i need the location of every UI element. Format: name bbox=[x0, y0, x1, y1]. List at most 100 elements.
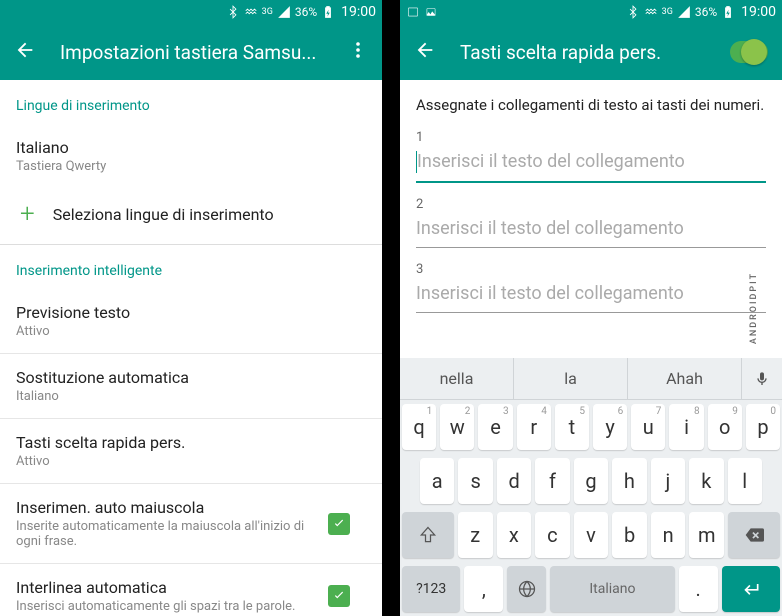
period-key[interactable]: . bbox=[679, 566, 718, 612]
app-bar: Tasti scelta rapida pers. bbox=[400, 24, 782, 80]
shortcut-field-2[interactable]: 2 Inserisci il testo del collegamento bbox=[400, 187, 782, 252]
watermark: ANDROIDPIT bbox=[749, 272, 759, 344]
key-y[interactable]: y6 bbox=[593, 404, 627, 450]
comma-key[interactable]: , bbox=[464, 566, 503, 612]
app-bar: Impostazioni tastiera Samsu... bbox=[0, 24, 382, 80]
phone-left: 3G 36% 19:00 Impostazioni tastiera Samsu… bbox=[0, 0, 382, 616]
key-x[interactable]: x bbox=[497, 512, 532, 558]
check-icon bbox=[332, 589, 346, 603]
key-b[interactable]: b bbox=[612, 512, 647, 558]
key-g[interactable]: g bbox=[574, 458, 608, 504]
bluetooth-icon bbox=[226, 5, 240, 19]
network-type: 3G bbox=[262, 9, 273, 16]
globe-icon bbox=[517, 579, 537, 599]
key-d[interactable]: d bbox=[497, 458, 531, 504]
status-bar: 3G 36% 19:00 bbox=[0, 0, 382, 24]
key-u[interactable]: u7 bbox=[631, 404, 665, 450]
clock: 19:00 bbox=[741, 4, 776, 20]
battery-text: 36% bbox=[295, 5, 317, 19]
language-item[interactable]: Italiano Tastiera Qwerty bbox=[0, 124, 382, 188]
space-key[interactable]: Italiano bbox=[550, 566, 675, 612]
suggestion-bar: nella la Ahah bbox=[400, 358, 782, 400]
clock: 19:00 bbox=[341, 4, 376, 20]
key-h[interactable]: h bbox=[612, 458, 646, 504]
add-language-button[interactable]: + Seleziona lingue di inserimento bbox=[0, 188, 382, 240]
page-title: Tasti scelta rapida pers. bbox=[460, 41, 706, 64]
shortcut-field-1[interactable]: 1 Inserisci il testo del collegamento bbox=[400, 120, 782, 187]
backspace-key[interactable] bbox=[728, 512, 780, 558]
auto-replace-item[interactable]: Sostituzione automatica Italiano bbox=[0, 354, 382, 418]
feature-toggle[interactable] bbox=[730, 41, 768, 63]
settings-list[interactable]: Lingue di inserimento Italiano Tastiera … bbox=[0, 80, 382, 616]
shift-icon bbox=[418, 525, 438, 545]
key-m[interactable]: m bbox=[689, 512, 724, 558]
key-row-3: zxcvbnm bbox=[400, 508, 782, 562]
suggestion-2[interactable]: la bbox=[514, 358, 628, 399]
check-icon bbox=[332, 517, 346, 531]
notification-icon bbox=[406, 5, 420, 19]
key-t[interactable]: t5 bbox=[555, 404, 589, 450]
signal-icon bbox=[677, 5, 691, 19]
auto-spacing-item[interactable]: Interlinea automatica Inserisci automati… bbox=[0, 564, 382, 616]
status-bar: 3G 36% 19:00 bbox=[400, 0, 782, 24]
key-i[interactable]: i8 bbox=[669, 404, 703, 450]
mic-icon bbox=[754, 371, 770, 387]
signal-icon bbox=[277, 5, 291, 19]
instruction-text: Assegnate i collegamenti di testo ai tas… bbox=[400, 80, 782, 120]
key-s[interactable]: s bbox=[458, 458, 492, 504]
shortcut-keys-item[interactable]: Tasti scelta rapida pers. Attivo bbox=[0, 419, 382, 483]
enter-key[interactable] bbox=[722, 566, 780, 612]
key-c[interactable]: c bbox=[535, 512, 570, 558]
key-row-4: ?123 , Italiano . bbox=[400, 562, 782, 616]
battery-icon bbox=[721, 5, 735, 19]
mic-button[interactable] bbox=[742, 358, 782, 399]
key-k[interactable]: k bbox=[689, 458, 723, 504]
key-p[interactable]: p0 bbox=[746, 404, 780, 450]
screenshot-icon bbox=[424, 5, 438, 19]
arrow-back-icon bbox=[414, 39, 436, 61]
battery-text: 36% bbox=[695, 5, 717, 19]
page-title: Impostazioni tastiera Samsu... bbox=[60, 41, 318, 64]
backspace-icon bbox=[744, 525, 764, 545]
overflow-menu[interactable] bbox=[342, 33, 374, 71]
key-row-2: asdfghjkl bbox=[400, 454, 782, 508]
vibrate-icon bbox=[644, 5, 658, 19]
auto-spacing-checkbox[interactable] bbox=[328, 585, 350, 607]
key-f[interactable]: f bbox=[535, 458, 569, 504]
bluetooth-icon bbox=[626, 5, 640, 19]
suggestion-1[interactable]: nella bbox=[400, 358, 514, 399]
key-q[interactable]: q1 bbox=[402, 404, 436, 450]
vibrate-icon bbox=[244, 5, 258, 19]
key-o[interactable]: o9 bbox=[708, 404, 742, 450]
language-key[interactable] bbox=[507, 566, 546, 612]
key-z[interactable]: z bbox=[458, 512, 493, 558]
network-type: 3G bbox=[662, 9, 673, 16]
back-button[interactable] bbox=[14, 39, 36, 65]
back-button[interactable] bbox=[414, 39, 436, 65]
section-smart-input: Inserimento intelligente bbox=[0, 245, 382, 289]
key-j[interactable]: j bbox=[651, 458, 685, 504]
shortcut-input-2[interactable]: Inserisci il testo del collegamento bbox=[416, 212, 766, 248]
auto-capitalize-item[interactable]: Inserimen. auto maiuscola Inserite autom… bbox=[0, 484, 382, 563]
section-input-languages: Lingue di inserimento bbox=[0, 80, 382, 124]
key-r[interactable]: r4 bbox=[517, 404, 551, 450]
key-a[interactable]: a bbox=[420, 458, 454, 504]
auto-capitalize-checkbox[interactable] bbox=[328, 513, 350, 535]
shortcut-field-3[interactable]: 3 Inserisci il testo del collegamento bbox=[400, 252, 782, 317]
keyboard: nella la Ahah q1w2e3r4t5y6u7i8o9p0 asdfg… bbox=[400, 358, 782, 616]
key-row-1: q1w2e3r4t5y6u7i8o9p0 bbox=[400, 400, 782, 454]
key-w[interactable]: w2 bbox=[440, 404, 474, 450]
key-l[interactable]: l bbox=[728, 458, 762, 504]
shortcut-input-3[interactable]: Inserisci il testo del collegamento bbox=[416, 277, 766, 313]
suggestion-3[interactable]: Ahah bbox=[628, 358, 742, 399]
phone-right: 3G 36% 19:00 Tasti scelta rapida pers. A… bbox=[400, 0, 782, 616]
key-n[interactable]: n bbox=[651, 512, 686, 558]
symbols-key[interactable]: ?123 bbox=[402, 566, 460, 612]
key-v[interactable]: v bbox=[574, 512, 609, 558]
shortcut-form: Assegnate i collegamenti di testo ai tas… bbox=[400, 80, 782, 358]
key-e[interactable]: e3 bbox=[478, 404, 512, 450]
shortcut-input-1[interactable]: Inserisci il testo del collegamento bbox=[416, 145, 766, 183]
text-prediction-item[interactable]: Previsione testo Attivo bbox=[0, 289, 382, 353]
shift-key[interactable] bbox=[402, 512, 454, 558]
more-vert-icon bbox=[350, 41, 366, 59]
